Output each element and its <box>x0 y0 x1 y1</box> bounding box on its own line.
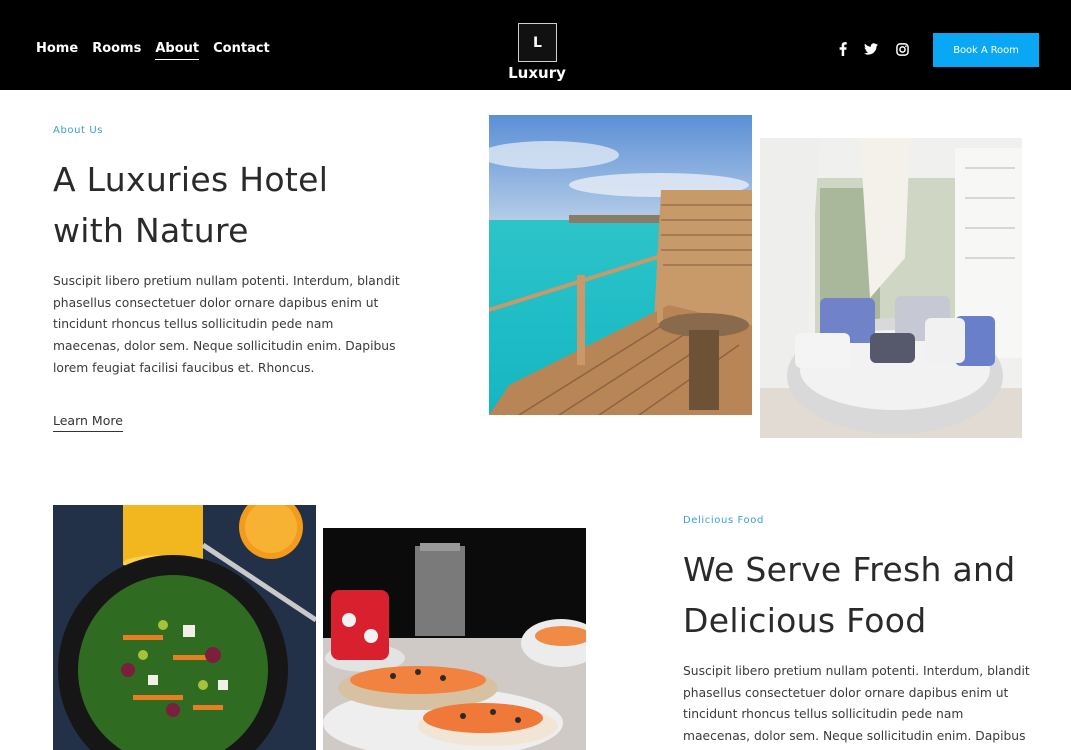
about-body-line: Suscipit libero pretium nullam potenti. … <box>53 274 400 288</box>
food-title: We Serve Fresh and Delicious Food <box>683 544 1015 646</box>
salmon-toast-image <box>323 528 586 750</box>
nav-contact[interactable]: Contact <box>213 40 270 60</box>
about-title-line-2: with Nature <box>53 211 249 250</box>
about-title-line-1: A Luxuries Hotel <box>53 160 329 199</box>
ocean-deck-image <box>489 115 752 415</box>
logo-mark[interactable]: L <box>518 23 557 62</box>
about-eyebrow: About Us <box>53 125 104 136</box>
about-body: Suscipit libero pretium nullam potenti. … <box>53 271 400 380</box>
facebook-icon[interactable] <box>836 40 850 58</box>
twitter-icon[interactable] <box>863 40 879 58</box>
food-eyebrow: Delicious Food <box>683 515 764 526</box>
instagram-icon[interactable] <box>894 40 910 58</box>
about-body-line: lorem feugiat facilisi faucibus et. Rhon… <box>53 360 315 375</box>
book-room-button[interactable]: Book A Room <box>933 33 1039 67</box>
food-body-line: maecenas, dolor sem. Neque sollicitudin … <box>683 729 1026 744</box>
food-body-line: Suscipit libero pretium nullam potenti. … <box>683 664 1030 678</box>
food-title-line-1: We Serve Fresh and <box>683 550 1016 589</box>
nav-about[interactable]: About <box>155 40 200 60</box>
food-body-line: tincidunt rhoncus tellus sollicitudin pe… <box>683 707 964 722</box>
food-body-line: phasellus consectetuer dolor ornare dapi… <box>683 685 1009 700</box>
food-body: Suscipit libero pretium nullam potenti. … <box>683 661 1030 748</box>
main-nav: Home Rooms About Contact <box>36 40 284 60</box>
nav-rooms[interactable]: Rooms <box>92 40 141 60</box>
food-title-line-2: Delicious Food <box>683 601 927 640</box>
about-body-line: tincidunt rhoncus tellus sollicitudin pe… <box>53 317 334 332</box>
about-body-line: phasellus consectetuer dolor ornare dapi… <box>53 295 379 310</box>
bedroom-chair-image <box>760 138 1022 438</box>
nav-home[interactable]: Home <box>36 40 78 60</box>
salad-image <box>53 505 316 750</box>
brand-name[interactable]: Luxury <box>499 64 575 82</box>
about-body-line: maecenas, dolor sem. Neque sollicitudin … <box>53 339 396 354</box>
site-header: Home Rooms About Contact L Luxury Book A… <box>0 0 1071 90</box>
about-title: A Luxuries Hotel with Nature <box>53 154 328 256</box>
learn-more-link[interactable]: Learn More <box>53 413 123 432</box>
